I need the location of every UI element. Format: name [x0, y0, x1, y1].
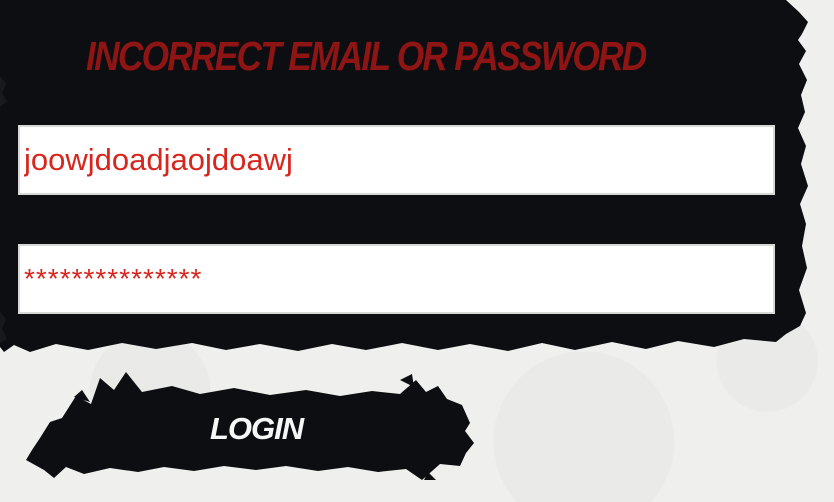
login-error-message: Incorrect Email or Password: [86, 33, 647, 79]
login-button[interactable]: LOGIN: [22, 368, 478, 484]
password-input[interactable]: [18, 244, 775, 314]
login-panel: Incorrect Email or Password: [0, 0, 834, 360]
login-button-label: LOGIN: [210, 411, 304, 446]
email-input[interactable]: [18, 125, 775, 195]
